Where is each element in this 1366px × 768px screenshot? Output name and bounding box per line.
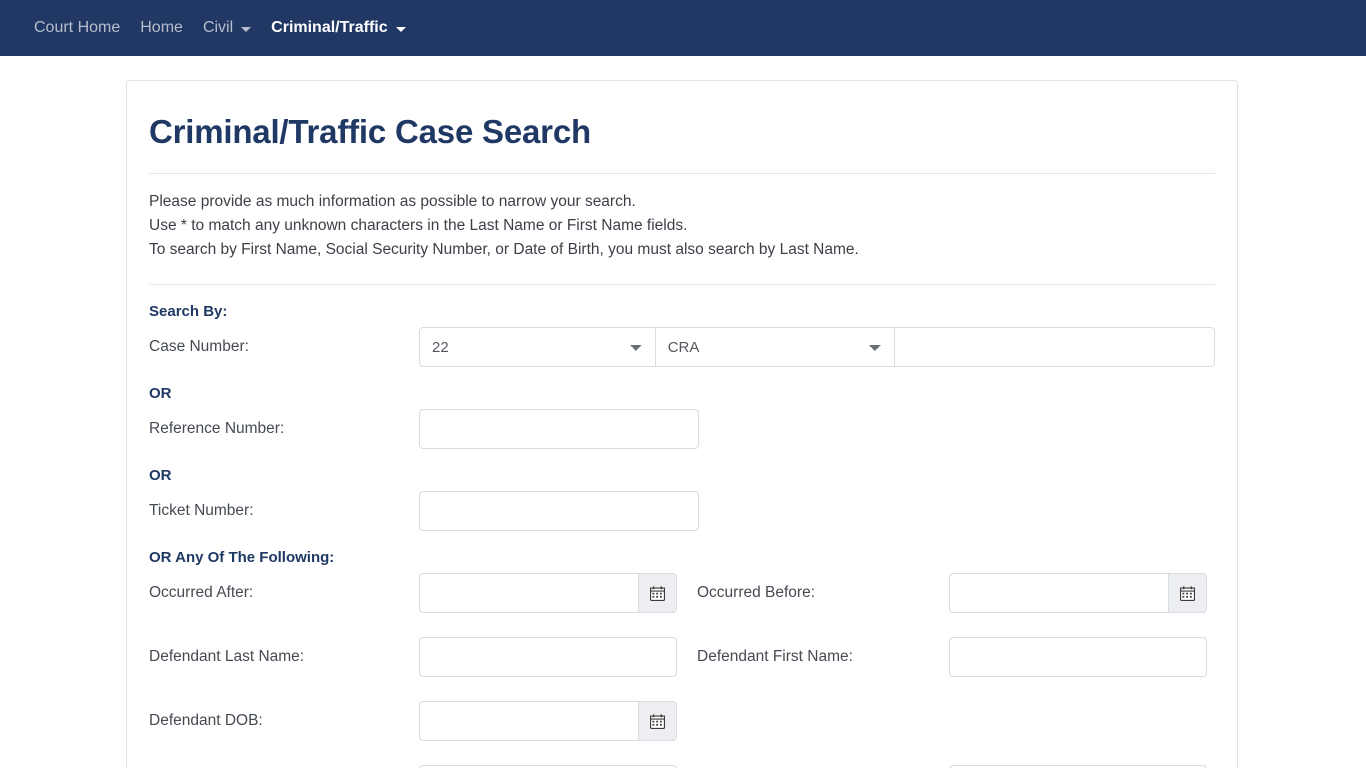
chevron-down-icon: [241, 26, 252, 32]
case-number-label: Case Number:: [149, 338, 249, 355]
defendant-first-name-label: Defendant First Name:: [697, 648, 853, 665]
defendant-last-name-label: Defendant Last Name:: [149, 648, 305, 665]
defendant-dob-label: Defendant DOB:: [149, 712, 263, 729]
defendant-first-name-input[interactable]: [949, 637, 1207, 677]
nav-item-label: Civil: [202, 19, 234, 36]
nav-item-home[interactable]: Home: [130, 0, 193, 56]
nav-item-label: Court Home: [34, 19, 121, 36]
calendar-icon: [650, 713, 665, 729]
nav-item-court-home[interactable]: Court Home: [24, 0, 130, 56]
ticket-number-input[interactable]: [419, 491, 699, 531]
case-number-input[interactable]: [895, 327, 1215, 367]
calendar-icon: [1180, 585, 1195, 601]
occurred-before-calendar-button[interactable]: [1168, 573, 1207, 613]
chevron-down-icon: [395, 26, 406, 32]
defendant-last-name-input[interactable]: [419, 637, 677, 677]
row-defendant-dob: Defendant DOB:: [149, 701, 1215, 741]
nav-item-criminal-traffic[interactable]: Criminal/Traffic: [261, 0, 415, 56]
or-divider-1: OR: [149, 385, 172, 402]
or-divider-2: OR: [149, 467, 172, 484]
search-form: Search By: Case Number: 2221201918 CRACR…: [149, 303, 1215, 768]
instruction-line-3: To search by First Name, Social Security…: [149, 241, 859, 258]
row-defendant-names: Defendant Last Name: Defendant First Nam…: [149, 637, 1215, 677]
row-occurred-dates: Occurred After: Occurred Before:: [149, 573, 1215, 613]
row-case-number: Case Number: 2221201918 CRACRBCRTRDR: [149, 327, 1215, 367]
occurred-before-label: Occurred Before:: [697, 584, 816, 601]
reference-number-input[interactable]: [419, 409, 699, 449]
occurred-after-group: [419, 573, 677, 613]
row-reference-number: Reference Number:: [149, 409, 1215, 449]
calendar-icon: [650, 585, 665, 601]
occurred-before-input[interactable]: [949, 573, 1168, 613]
occurred-before-group: [949, 573, 1207, 613]
top-navbar: Court Home Home Civil Criminal/Traffic: [0, 0, 1366, 56]
occurred-after-calendar-button[interactable]: [638, 573, 677, 613]
instruction-line-2: Use * to match any unknown characters in…: [149, 217, 688, 234]
page-body: Criminal/Traffic Case Search Please prov…: [0, 56, 1366, 768]
title-divider: [149, 173, 1215, 174]
nav-item-civil[interactable]: Civil: [193, 0, 261, 56]
search-by-heading: Search By:: [149, 303, 228, 320]
occurred-after-input[interactable]: [419, 573, 638, 613]
nav-item-label: Home: [140, 19, 183, 36]
occurred-after-label: Occurred After:: [149, 584, 254, 601]
case-number-type-select[interactable]: CRACRBCRTRDR: [655, 327, 896, 367]
row-ticket-number: Ticket Number:: [149, 491, 1215, 531]
instructions-divider: [149, 284, 1215, 285]
defendant-dob-group: [419, 701, 677, 741]
case-number-year-select[interactable]: 2221201918: [419, 327, 656, 367]
instructions: Please provide as much information as po…: [149, 190, 1215, 262]
or-any-heading: OR Any Of The Following:: [149, 549, 335, 566]
instruction-line-1: Please provide as much information as po…: [149, 193, 636, 210]
search-card: Criminal/Traffic Case Search Please prov…: [126, 80, 1238, 768]
defendant-dob-calendar-button[interactable]: [638, 701, 677, 741]
defendant-dob-input[interactable]: [419, 701, 638, 741]
reference-number-label: Reference Number:: [149, 420, 285, 437]
ticket-number-label: Ticket Number:: [149, 502, 254, 519]
page-title: Criminal/Traffic Case Search: [149, 113, 591, 150]
nav-item-label: Criminal/Traffic: [271, 19, 388, 36]
